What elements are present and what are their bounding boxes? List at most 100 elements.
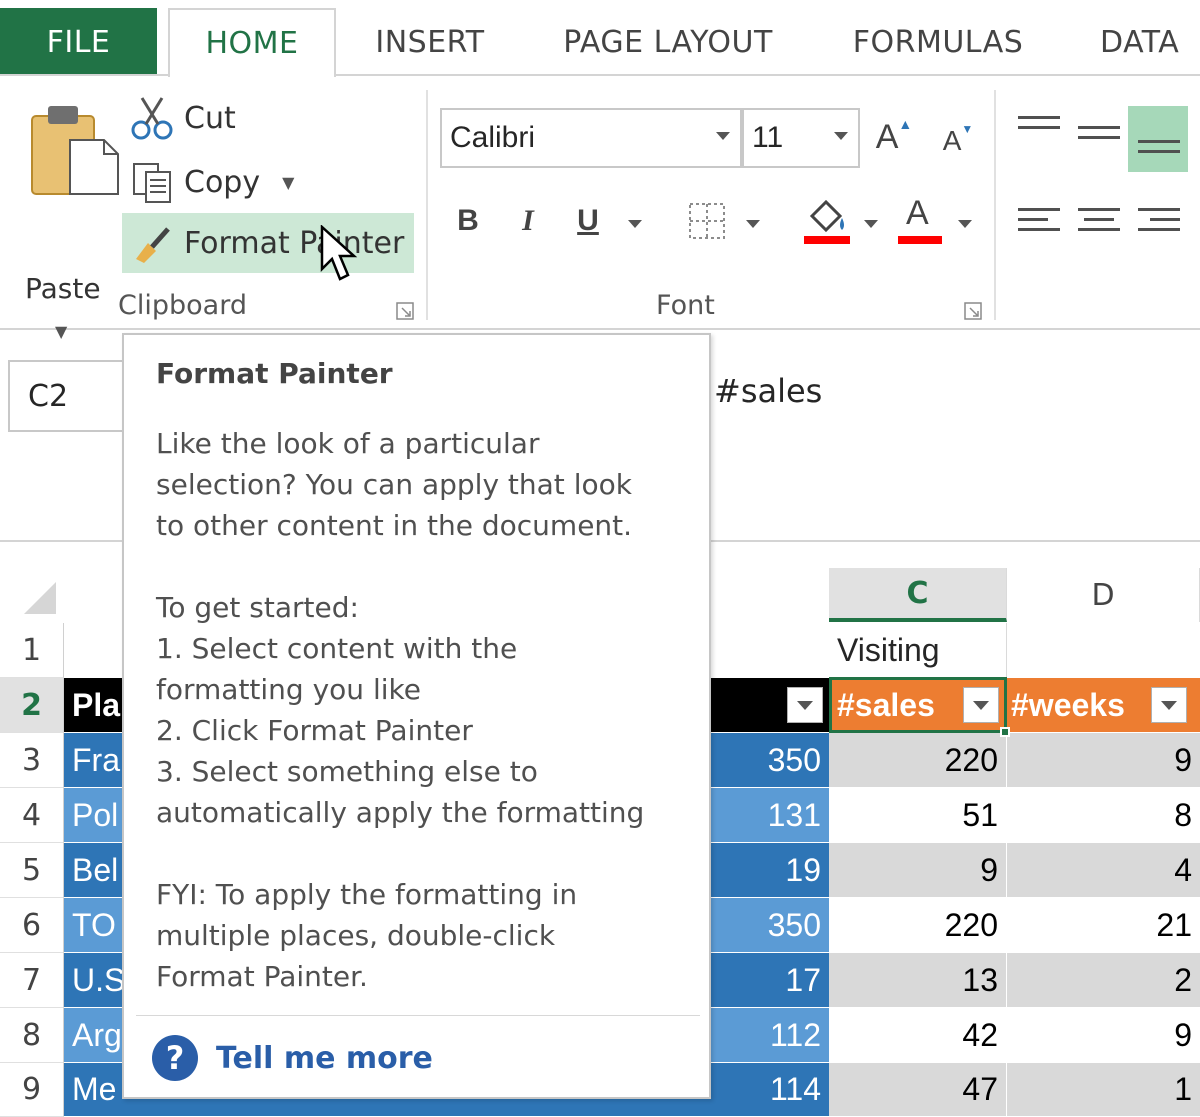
italic-button[interactable]: I <box>510 196 546 246</box>
tab-home[interactable]: HOME <box>168 8 336 77</box>
bottom-align-icon <box>1138 140 1180 160</box>
shrink-font-button[interactable]: A ▼ <box>938 116 978 166</box>
underline-dropdown-icon[interactable] <box>628 220 642 228</box>
copy-label: Copy <box>184 164 261 200</box>
font-size-dropdown-icon[interactable] <box>834 132 848 140</box>
select-all-corner[interactable] <box>0 568 64 622</box>
tab-insert[interactable]: INSERT <box>352 8 508 76</box>
grow-font-button[interactable]: A ▲ <box>874 112 914 162</box>
borders-icon[interactable] <box>688 202 726 240</box>
paste-button[interactable] <box>14 96 119 271</box>
scissors-icon <box>131 97 173 140</box>
shrink-font-label: A <box>942 125 962 156</box>
top-align-icon[interactable] <box>1018 116 1060 136</box>
tooltip-line: FYI: To apply the formatting in <box>156 878 578 911</box>
tooltip-line: 3. Select something else to <box>156 755 538 788</box>
name-box[interactable]: C2 <box>8 360 126 432</box>
ribbon-home: Paste ▼ Cut Copy ▼ Format Painter Clipbo… <box>0 76 1200 341</box>
row-header[interactable]: 6 <box>0 898 64 953</box>
cut-button[interactable]: Cut <box>122 88 236 148</box>
table-cell-d[interactable]: 1 <box>1007 1063 1200 1117</box>
format-painter-tooltip: Format Painter Like the look of a partic… <box>122 333 711 1099</box>
middle-align-icon[interactable] <box>1078 126 1120 146</box>
tooltip-line: formatting you like <box>156 673 421 706</box>
table-cell-c[interactable]: 13 <box>829 953 1007 1008</box>
tab-file[interactable]: FILE <box>0 8 157 76</box>
formula-bar-input[interactable]: #sales <box>714 372 822 410</box>
format-painter-button[interactable]: Format Painter <box>122 213 414 273</box>
table-cell-c[interactable]: 42 <box>829 1008 1007 1063</box>
filter-button-d[interactable] <box>1151 687 1187 723</box>
grow-font-label: A <box>875 117 899 156</box>
font-color-button[interactable]: A <box>896 194 944 246</box>
select-all-triangle-icon <box>24 582 56 614</box>
ribbon-tabbar: FILE HOME INSERT PAGE LAYOUT FORMULAS DA… <box>0 0 1200 77</box>
clipboard-launcher-icon[interactable] <box>396 302 414 320</box>
format-painter-label: Format Painter <box>184 225 405 261</box>
cut-label: Cut <box>184 100 236 136</box>
tell-me-more-label: Tell me more <box>216 1040 433 1076</box>
tab-data[interactable]: DATA <box>1078 8 1200 76</box>
table-cell-d[interactable]: 9 <box>1007 733 1200 788</box>
tooltip-line: 1. Select content with the <box>156 632 518 665</box>
row-header[interactable]: 1 <box>0 623 64 678</box>
paste-label[interactable]: Paste <box>25 272 101 305</box>
table-cell-c[interactable]: 220 <box>829 733 1007 788</box>
paste-icon <box>31 106 119 195</box>
tab-page-layout[interactable]: PAGE LAYOUT <box>540 8 796 76</box>
borders-dropdown-icon[interactable] <box>746 220 760 228</box>
filter-button-b[interactable] <box>787 687 823 723</box>
fill-handle[interactable] <box>1000 727 1010 737</box>
fill-color-dropdown-icon[interactable] <box>864 220 878 228</box>
tooltip-title: Format Painter <box>156 357 393 390</box>
column-header-d[interactable]: D <box>1007 568 1200 622</box>
table-cell-d[interactable]: 21 <box>1007 898 1200 953</box>
tooltip-line: Like the look of a particular <box>156 427 540 460</box>
table-cell-c[interactable]: 47 <box>829 1063 1007 1117</box>
table-cell-c[interactable]: 51 <box>829 788 1007 843</box>
table-cell-d[interactable]: 2 <box>1007 953 1200 1008</box>
mouse-cursor-icon <box>320 225 358 281</box>
font-color-bar <box>898 236 942 244</box>
table-cell-d[interactable]: 4 <box>1007 843 1200 898</box>
copy-dropdown-icon[interactable]: ▼ <box>282 173 294 192</box>
align-right-icon[interactable] <box>1138 208 1180 238</box>
font-launcher-icon[interactable] <box>964 302 982 320</box>
font-name-dropdown-icon[interactable] <box>716 132 730 140</box>
active-cell-border <box>829 677 1007 733</box>
shrink-font-icon: ▼ <box>961 122 974 136</box>
tooltip-line: To get started: <box>156 591 359 624</box>
font-size-combo[interactable]: 11 <box>742 108 860 168</box>
align-center-icon[interactable] <box>1078 208 1120 238</box>
tell-me-more-link[interactable]: ? Tell me more <box>152 1035 433 1081</box>
font-group-label: Font <box>656 290 715 321</box>
row-header[interactable]: 8 <box>0 1008 64 1063</box>
tooltip-line: multiple places, double-click <box>156 919 556 952</box>
cell-c1[interactable]: Visiting <box>829 623 1007 678</box>
paste-dropdown-icon[interactable]: ▼ <box>55 322 67 341</box>
clipboard-group-label: Clipboard <box>118 290 247 321</box>
row-header[interactable]: 7 <box>0 953 64 1008</box>
bottom-align-button[interactable] <box>1128 106 1188 172</box>
row-header[interactable]: 5 <box>0 843 64 898</box>
filter-dropdown-icon <box>1161 700 1177 710</box>
column-header-c[interactable]: C <box>829 568 1007 622</box>
table-cell-d[interactable]: 8 <box>1007 788 1200 843</box>
row-header[interactable]: 4 <box>0 788 64 843</box>
row-header[interactable]: 3 <box>0 733 64 788</box>
bold-button[interactable]: B <box>450 196 486 246</box>
fill-color-icon[interactable] <box>802 194 854 246</box>
tooltip-line: selection? You can apply that look <box>156 468 632 501</box>
table-cell-d[interactable]: 9 <box>1007 1008 1200 1063</box>
font-color-dropdown-icon[interactable] <box>958 220 972 228</box>
copy-button[interactable]: Copy ▼ <box>122 152 294 212</box>
font-name-combo[interactable]: Calibri <box>440 108 742 168</box>
filter-dropdown-icon <box>797 700 813 710</box>
table-cell-c[interactable]: 220 <box>829 898 1007 953</box>
underline-button[interactable]: U <box>570 196 606 246</box>
table-cell-c[interactable]: 9 <box>829 843 1007 898</box>
tab-formulas[interactable]: FORMULAS <box>830 8 1046 76</box>
row-header[interactable]: 2 <box>0 678 64 733</box>
row-header[interactable]: 9 <box>0 1063 64 1117</box>
align-left-icon[interactable] <box>1018 208 1060 238</box>
